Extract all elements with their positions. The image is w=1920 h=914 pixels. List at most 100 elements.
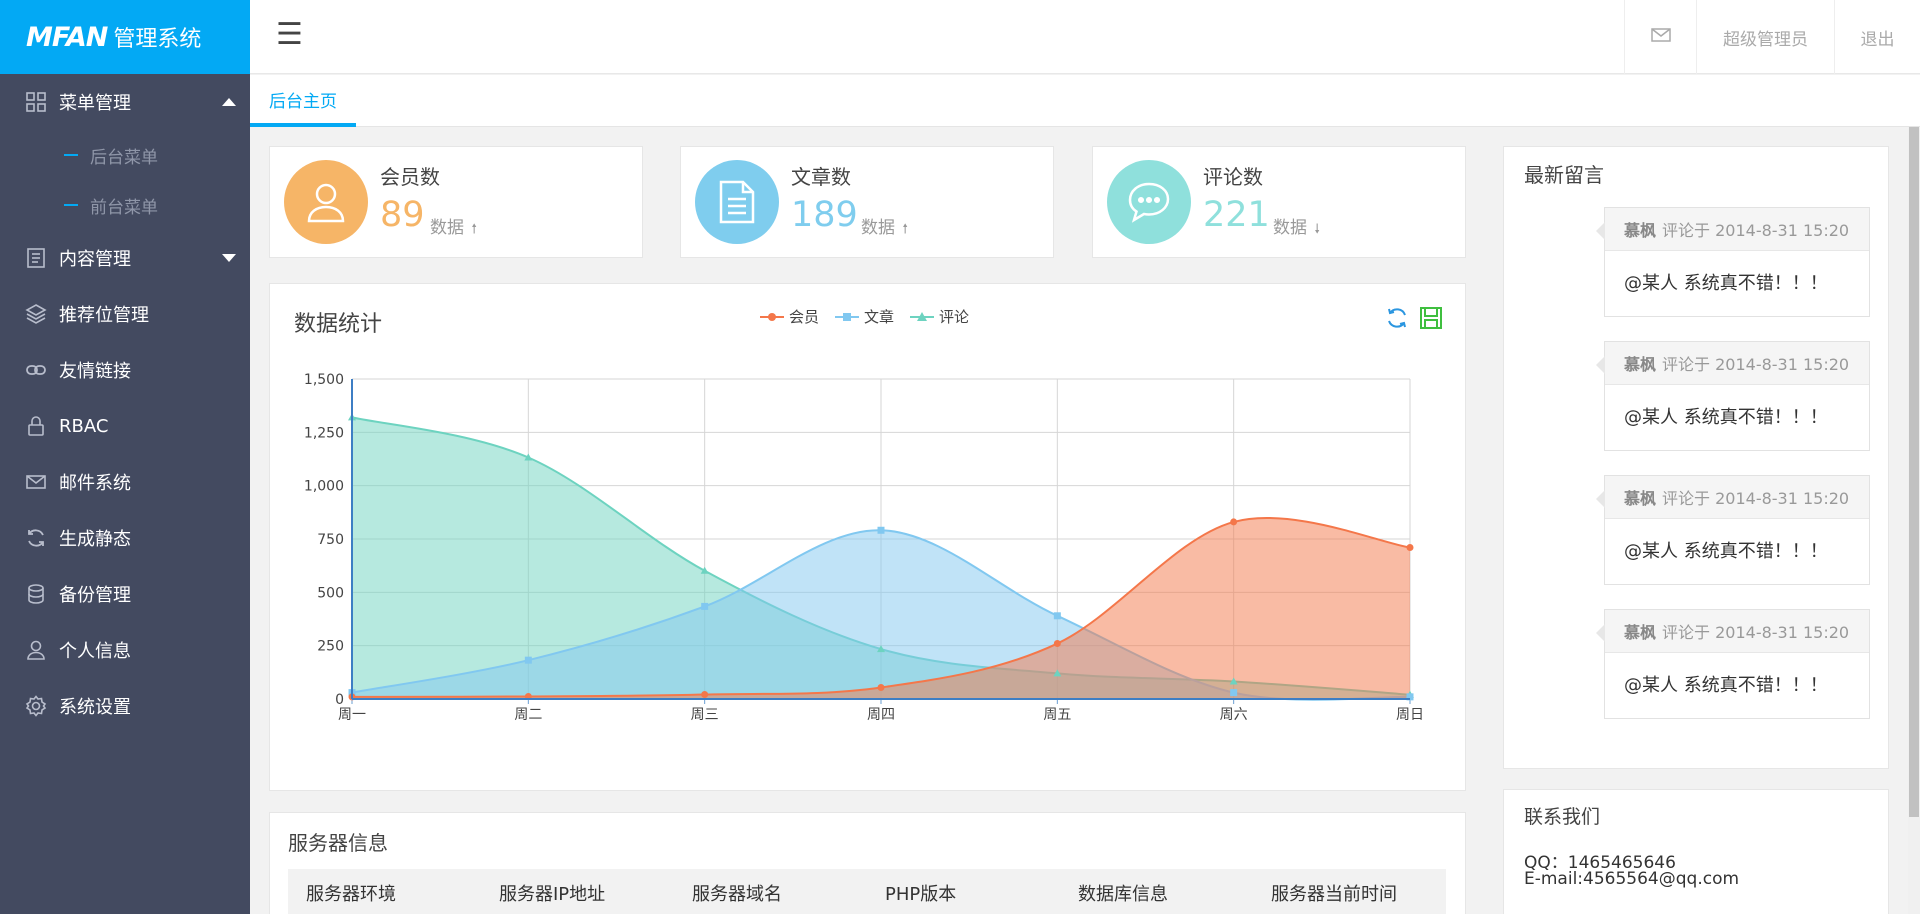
data-point: [701, 602, 709, 610]
logout-label: 退出: [1860, 29, 1895, 50]
stat-value: 189: [791, 195, 858, 235]
message-text: @某人 系统真不错！！！: [1624, 273, 1828, 294]
sidebar-item-content[interactable]: 内容管理: [0, 230, 250, 286]
message-item[interactable]: 慕枫 评论于 2014-8-31 15:20 @某人 系统真不错！！！: [1596, 475, 1870, 585]
data-point: [1406, 544, 1414, 552]
x-tick-label: 周四: [867, 707, 895, 723]
sidebar-item-rbac[interactable]: RBAC: [0, 398, 250, 454]
sidebar-item-mail[interactable]: 邮件系统: [0, 454, 250, 510]
data-point: [701, 691, 709, 699]
message-header: 慕枫 评论于 2014-8-31 15:20: [1605, 610, 1869, 653]
messages-panel: 最新留言 慕枫 评论于 2014-8-31 15:20 @某人 系统真不错！！！…: [1503, 146, 1889, 769]
gear-icon: [24, 694, 48, 718]
data-point: [877, 683, 885, 691]
message-text: @某人 系统真不错！！！: [1624, 675, 1828, 696]
refresh-icon: [24, 526, 48, 550]
message-meta: 评论于 2014-8-31 15:20: [1662, 623, 1850, 642]
y-tick-label: 1,000: [304, 479, 344, 495]
dash-icon: [64, 154, 78, 156]
sidebar-item-menu[interactable]: 菜单管理: [0, 74, 250, 130]
contact-email: E-mail:4565564@qq.com: [1524, 869, 1740, 889]
sidebar-subitem-front-menu[interactable]: 前台菜单: [0, 180, 250, 230]
sidebar-item-links[interactable]: 友情链接: [0, 342, 250, 398]
tab-home[interactable]: 后台主页: [250, 75, 356, 127]
lock-icon: [24, 414, 48, 438]
data-point: [1230, 689, 1238, 697]
message-author: 慕枫: [1624, 221, 1657, 240]
message-item[interactable]: 慕枫 评论于 2014-8-31 15:20 @某人 系统真不错！！！: [1596, 609, 1870, 719]
tab-bar: 后台主页: [250, 75, 1920, 127]
arrow-up-icon: 🠕: [471, 222, 477, 237]
sidebar-item-label: 邮件系统: [59, 473, 131, 494]
sidebar-item-label: 推荐位管理: [59, 305, 149, 326]
column-header: 服务器环境: [306, 884, 396, 905]
caret-up-icon: [222, 98, 236, 106]
layers-icon: [24, 302, 48, 326]
sidebar-item-label: 备份管理: [59, 585, 131, 606]
arrow-down-icon: 🠗: [1314, 222, 1320, 237]
sidebar-item-recommend[interactable]: 推荐位管理: [0, 286, 250, 342]
logout-button[interactable]: 退出: [1834, 0, 1920, 74]
stat-note-label: 数据: [861, 218, 895, 238]
message-meta: 评论于 2014-8-31 15:20: [1662, 355, 1850, 374]
hamburger-icon[interactable]: ☰: [276, 20, 303, 50]
x-tick-label: 周二: [514, 707, 542, 723]
logo[interactable]: MFAN 管理系统: [0, 0, 250, 74]
bubble-arrow: [1596, 490, 1605, 508]
message-header: 慕枫 评论于 2014-8-31 15:20: [1605, 476, 1869, 519]
link-icon: [24, 358, 48, 382]
server-panel-title: 服务器信息: [288, 831, 388, 855]
bubble-arrow: [1596, 356, 1605, 374]
message-item[interactable]: 慕枫 评论于 2014-8-31 15:20 @某人 系统真不错！！！: [1596, 341, 1870, 451]
message-item[interactable]: 慕枫 评论于 2014-8-31 15:20 @某人 系统真不错！！！: [1596, 207, 1870, 317]
user-icon: [284, 160, 368, 244]
dash-icon: [64, 204, 78, 206]
server-panel: 服务器信息 服务器环境 服务器IP地址 服务器域名 PHP版本 数据库信息 服务…: [269, 812, 1466, 914]
stat-note-label: 数据: [430, 218, 464, 238]
y-tick-label: 0: [335, 692, 344, 708]
sidebar-item-backup[interactable]: 备份管理: [0, 566, 250, 622]
user-name: 超级管理员: [1723, 29, 1808, 50]
message-author: 慕枫: [1624, 623, 1657, 642]
x-tick-label: 周日: [1396, 707, 1424, 723]
mail-icon: [24, 470, 48, 494]
data-point: [877, 526, 885, 534]
message-meta: 评论于 2014-8-31 15:20: [1662, 221, 1850, 240]
stat-note: 数据 🠕: [430, 213, 477, 242]
sidebar-item-static[interactable]: 生成静态: [0, 510, 250, 566]
mail-button[interactable]: [1624, 0, 1696, 74]
logo-brand: MFAN: [26, 21, 108, 53]
page-scrollbar-thumb[interactable]: [1909, 127, 1919, 817]
sidebar-subitem-admin-menu[interactable]: 后台菜单: [0, 130, 250, 180]
data-point: [1053, 612, 1061, 620]
message-author: 慕枫: [1624, 489, 1657, 508]
sidebar-item-label: RBAC: [59, 415, 109, 437]
stat-label: 会员数: [380, 165, 440, 189]
stat-value: 221: [1203, 195, 1270, 235]
sidebar-item-label: 内容管理: [59, 249, 131, 270]
stat-label: 评论数: [1203, 165, 1263, 189]
chat-icon: [1107, 160, 1191, 244]
y-tick-label: 750: [317, 532, 344, 548]
sidebar-item-label: 友情链接: [59, 361, 131, 382]
database-icon: [24, 582, 48, 606]
data-point: [1230, 518, 1238, 526]
y-tick-label: 1,250: [304, 425, 344, 441]
x-tick-label: 周一: [338, 707, 366, 723]
sidebar-item-settings[interactable]: 系统设置: [0, 678, 250, 734]
area-chart: 0 250 500 750 1,000 1,250 1,500 周一 周二 周三 周四 周五 周六 周日: [304, 372, 1424, 723]
stat-card-comments: 评论数 221 数据 🠗: [1092, 146, 1466, 258]
message-author: 慕枫: [1624, 355, 1657, 374]
data-point: [524, 656, 532, 664]
sidebar-item-profile[interactable]: 个人信息: [0, 622, 250, 678]
document-icon: [24, 246, 48, 270]
message-header: 慕枫 评论于 2014-8-31 15:20: [1605, 342, 1869, 385]
user-menu[interactable]: 超级管理员: [1696, 0, 1834, 74]
x-tick-label: 周六: [1220, 707, 1248, 723]
document-icon: [695, 160, 779, 244]
x-tick-label: 周五: [1043, 707, 1071, 723]
server-table-header: 服务器环境 服务器IP地址 服务器域名 PHP版本 数据库信息 服务器当前时间: [288, 869, 1446, 914]
caret-down-icon: [222, 254, 236, 262]
sidebar-item-label: 系统设置: [59, 697, 131, 718]
sidebar-subitem-label: 后台菜单: [90, 147, 158, 168]
